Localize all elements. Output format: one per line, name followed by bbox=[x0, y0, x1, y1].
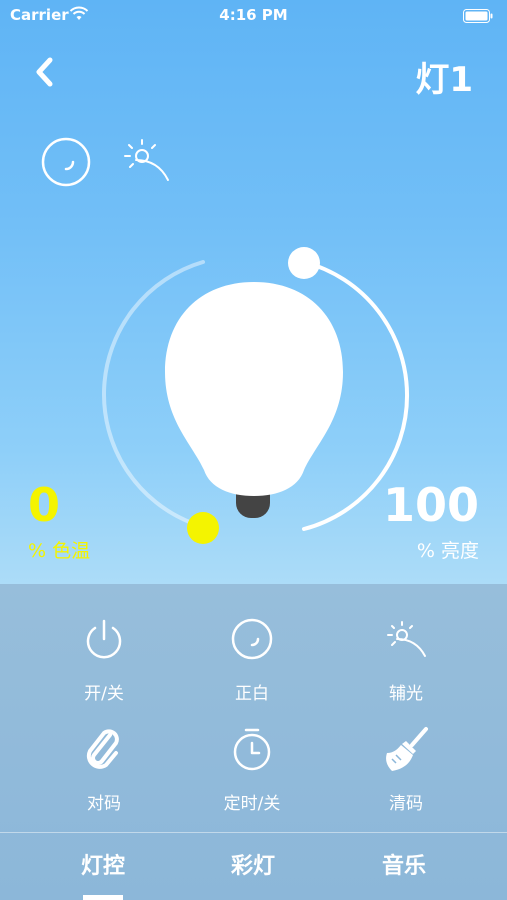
tab-color-light[interactable]: 彩灯 bbox=[193, 848, 313, 880]
power-icon bbox=[86, 619, 122, 659]
auxiliary-light-button[interactable]: 辅光 bbox=[346, 615, 466, 715]
pair-label: 对码 bbox=[87, 794, 121, 814]
white-light-label: 正白 bbox=[235, 684, 269, 704]
clear-broom-icon bbox=[386, 727, 428, 771]
pair-button[interactable]: 对码 bbox=[44, 725, 164, 825]
power-label: 开/关 bbox=[84, 684, 124, 704]
auxiliary-light-icon bbox=[387, 621, 426, 657]
clear-code-button[interactable]: 清码 bbox=[346, 725, 466, 825]
timer-icon bbox=[233, 728, 271, 771]
tab-divider bbox=[0, 832, 507, 833]
bulb-icon bbox=[165, 282, 343, 518]
brightness-knob bbox=[288, 247, 320, 279]
white-light-button[interactable]: 正白 bbox=[192, 615, 312, 715]
auxiliary-light-label: 辅光 bbox=[389, 684, 423, 704]
tab-light-control[interactable]: 灯控 bbox=[43, 848, 163, 880]
pair-link-icon bbox=[86, 729, 119, 769]
color-temp-value: 0 bbox=[28, 478, 61, 532]
timer-button[interactable]: 定时/关 bbox=[192, 725, 312, 825]
power-button[interactable]: 开/关 bbox=[44, 615, 164, 715]
clear-code-label: 清码 bbox=[389, 794, 423, 814]
brightness-value: 100 bbox=[382, 478, 479, 532]
tab-music[interactable]: 音乐 bbox=[344, 848, 464, 880]
color-temp-knob bbox=[187, 512, 219, 544]
color-temp-label: % 色温 bbox=[28, 540, 91, 562]
white-light-icon bbox=[231, 618, 273, 660]
brightness-label: % 亮度 bbox=[416, 540, 479, 562]
timer-label: 定时/关 bbox=[223, 794, 281, 814]
active-tab-indicator bbox=[83, 895, 123, 900]
